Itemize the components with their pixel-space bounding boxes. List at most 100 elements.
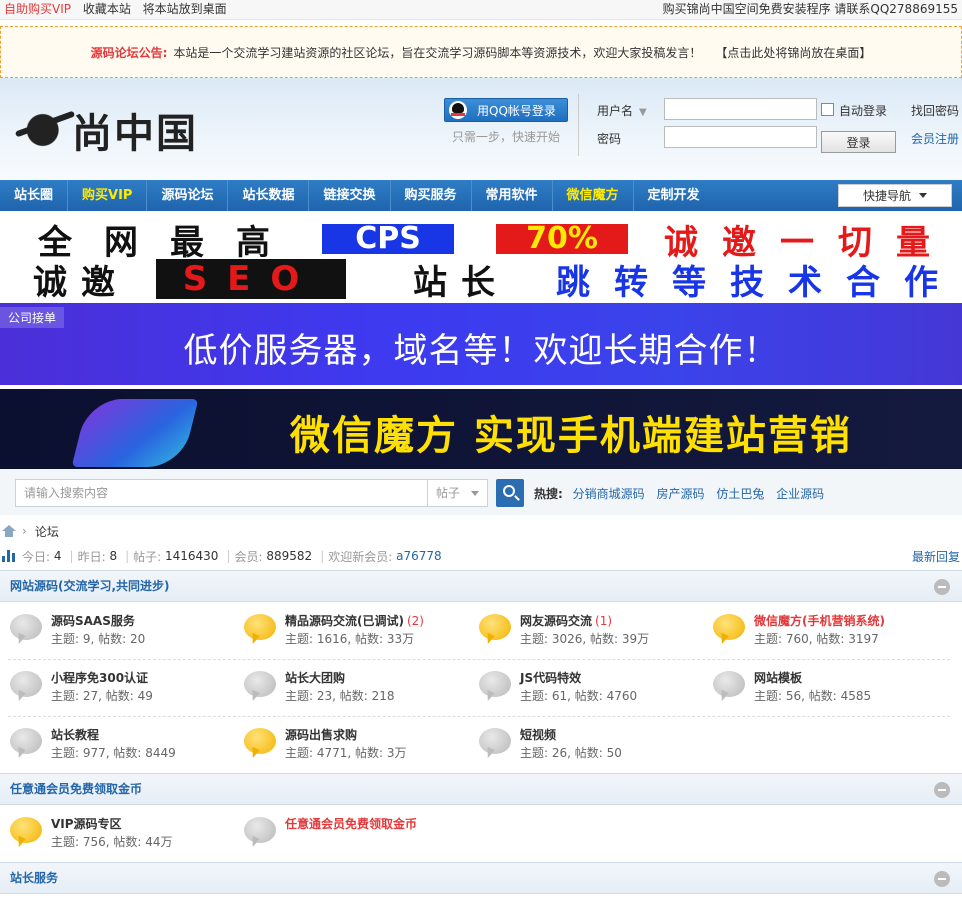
collapse-icon[interactable]	[934, 579, 950, 595]
forum-stats-text: 主题: 977, 帖数: 8449	[51, 746, 176, 760]
contact-text[interactable]: 购买锦尚中国空间免费安装程序 请联系QQ278869155	[663, 0, 958, 19]
forum-stats-text: 主题: 56, 帖数: 4585	[754, 689, 872, 703]
banner-row-2: 诚 邀 SEO 站 长 跳 转 等 技 术 合 作	[0, 259, 962, 299]
logo-text: 尚中国	[72, 110, 198, 157]
search-input[interactable]: 请输入搜索内容	[15, 479, 428, 507]
auto-login-checkbox[interactable]	[821, 103, 834, 116]
register-link[interactable]: 会员注册	[911, 130, 959, 147]
forum-name[interactable]: 短视频	[520, 726, 556, 743]
forum-name[interactable]: 站长大团购	[285, 669, 345, 686]
qq-login-tip: 只需一步，快速开始	[452, 130, 561, 144]
forum-item[interactable]: 站长大团购 主题: 23, 帖数: 218	[234, 665, 468, 711]
breadcrumb: › 论坛	[0, 522, 59, 540]
forum-status-icon	[10, 728, 42, 754]
notice-title: 源码论坛公告:	[90, 45, 168, 60]
quick-nav-label: 快捷导航	[862, 189, 911, 203]
banner-seo-box: SEO	[156, 259, 346, 299]
desktop-link[interactable]: 将本站放到桌面	[143, 2, 227, 16]
banner-char: 术	[788, 262, 822, 300]
login-button[interactable]: 登录	[821, 131, 896, 153]
find-password-link[interactable]: 找回密码	[911, 102, 959, 119]
search-type-select[interactable]: 帖子	[428, 479, 488, 507]
category-header[interactable]: 站长服务	[0, 862, 962, 894]
top-links: 自助购买VIP 收藏本站 将本站放到桌面	[4, 0, 235, 19]
forum-stats: 今日: 4 | 昨日: 8 | 帖子: 1416430 | 会员: 889582…	[0, 547, 962, 565]
forum-name[interactable]: VIP源码专区	[51, 815, 122, 832]
collapse-icon[interactable]	[934, 871, 950, 887]
qq-login-button[interactable]: 用QQ帐号登录	[444, 98, 568, 122]
forum-status-icon	[244, 817, 276, 843]
notice-desktop-link[interactable]: 【点击此处将锦尚放在桌面】	[715, 44, 871, 61]
forum-name[interactable]: 源码出售求购	[285, 726, 357, 743]
nav-item[interactable]: 定制开发	[634, 180, 714, 211]
password-input[interactable]	[664, 126, 817, 148]
nav-item[interactable]: 源码论坛	[147, 180, 229, 211]
forum-notice: 源码论坛公告: 本站是一个交流学习建站资源的社区论坛，旨在交流学习源码脚本等资源…	[0, 26, 962, 78]
forum-name[interactable]: 任意通会员免费领取金币	[285, 815, 417, 832]
forum-name[interactable]: 精品源码交流(已调试) (2)	[285, 612, 424, 629]
category-title[interactable]: 站长服务	[10, 871, 58, 885]
chevron-down-icon: ▼	[639, 107, 647, 118]
stat-yesterday: 8	[109, 549, 118, 563]
forum-item[interactable]: 站长教程 主题: 977, 帖数: 8449	[0, 722, 234, 768]
nav-item[interactable]: 站长圈	[0, 180, 69, 211]
nav-item[interactable]: 站长数据	[228, 180, 310, 211]
bookmark-link[interactable]: 收藏本站	[83, 2, 131, 16]
nav-item[interactable]: 常用软件	[472, 180, 553, 211]
server-banner[interactable]: 公司接单 低价服务器，域名等！欢迎长期合作！	[0, 303, 962, 385]
main-nav: 站长圈 购买VIP 源码论坛 站长数据 链接交换 购买服务 常用软件 微信魔方 …	[0, 180, 962, 211]
forum-name[interactable]: 源码SAAS服务	[51, 612, 135, 629]
forum-item[interactable]: 短视频 主题: 26, 帖数: 50	[469, 722, 703, 768]
category-header[interactable]: 任意通会员免费领取金币	[0, 773, 962, 805]
username-input[interactable]	[664, 98, 817, 120]
forum-new-icon	[479, 614, 511, 640]
forum-item[interactable]: 任意通会员免费领取金币	[234, 811, 468, 857]
cps-banner[interactable]: 全 网 最 高 CPS 70% 诚 邀 一 切 量 诚 邀 SEO 站 长 跳 …	[0, 219, 962, 299]
hot-search-link[interactable]: 房产源码	[656, 487, 704, 501]
home-icon[interactable]	[2, 525, 16, 537]
forum-stats-text: 主题: 23, 帖数: 218	[285, 689, 395, 703]
forum-item[interactable]: 网友源码交流 (1) 主题: 3026, 帖数: 39万	[469, 608, 703, 654]
search-button[interactable]	[496, 479, 524, 507]
wechat-banner[interactable]: 微信魔方 实现手机端建站营销	[0, 389, 962, 469]
forum-name[interactable]: 网站模板	[754, 669, 802, 686]
nav-item[interactable]: 购买VIP	[68, 180, 148, 211]
forum-item[interactable]: 源码出售求购 主题: 4771, 帖数: 3万	[234, 722, 468, 768]
auto-login-label[interactable]: 自动登录	[839, 102, 887, 119]
forum-item[interactable]: VIP源码专区 主题: 756, 帖数: 44万	[0, 811, 234, 857]
forum-name[interactable]: JS代码特效	[520, 669, 581, 686]
nav-item[interactable]: 微信魔方	[553, 180, 634, 211]
hot-search-link[interactable]: 分销商城源码	[573, 487, 645, 501]
forum-item[interactable]: 微信魔方(手机营销系统) 主题: 760, 帖数: 3197	[703, 608, 937, 654]
forum-name[interactable]: 网友源码交流 (1)	[520, 612, 612, 629]
forum-new-icon	[244, 614, 276, 640]
hot-search-link[interactable]: 仿土巴兔	[716, 487, 764, 501]
category-title[interactable]: 任意通会员免费领取金币	[10, 782, 142, 796]
top-bar: 自助购买VIP 收藏本站 将本站放到桌面 购买锦尚中国空间免费安装程序 请联系Q…	[0, 0, 962, 20]
forum-item[interactable]: 小程序免300认证 主题: 27, 帖数: 49	[0, 665, 234, 711]
nav-item[interactable]: 购买服务	[391, 180, 472, 211]
forum-item[interactable]: JS代码特效 主题: 61, 帖数: 4760	[469, 665, 703, 711]
nav-item[interactable]: 链接交换	[309, 180, 391, 211]
hot-search-link[interactable]: 企业源码	[776, 487, 824, 501]
buy-vip-link[interactable]: 自助购买VIP	[4, 2, 71, 16]
breadcrumb-current[interactable]: 论坛	[35, 523, 59, 540]
category-header[interactable]: 网站源码(交流学习,共同进步)	[0, 570, 962, 602]
username-label[interactable]: 用户名 ▼	[597, 102, 647, 119]
forum-stats-text: 主题: 9, 帖数: 20	[51, 632, 146, 646]
forum-item[interactable]: 源码SAAS服务 主题: 9, 帖数: 20	[0, 608, 234, 654]
quick-nav-dropdown[interactable]: 快捷导航	[838, 184, 952, 207]
new-member-link[interactable]: a76778	[396, 549, 442, 563]
forum-item[interactable]: 网站模板 主题: 56, 帖数: 4585	[703, 665, 937, 711]
forum-name[interactable]: 小程序免300认证	[51, 669, 148, 686]
forum-item[interactable]: 精品源码交流(已调试) (2) 主题: 1616, 帖数: 33万	[234, 608, 468, 654]
forum-name[interactable]: 微信魔方(手机营销系统)	[754, 612, 885, 629]
site-logo[interactable]: 尚中国	[22, 102, 222, 158]
forum-new-icon	[10, 817, 42, 843]
forum-stats-text: 主题: 3026, 帖数: 39万	[520, 632, 650, 646]
category-title[interactable]: 网站源码(交流学习,共同进步)	[10, 579, 170, 593]
site-header: 尚中国 用QQ帐号登录 只需一步，快速开始 用户名 ▼ 自动登录 找回密码 密码 …	[0, 78, 962, 180]
collapse-icon[interactable]	[934, 782, 950, 798]
latest-reply-link[interactable]: 最新回复	[912, 548, 960, 565]
forum-name[interactable]: 站长教程	[51, 726, 99, 743]
